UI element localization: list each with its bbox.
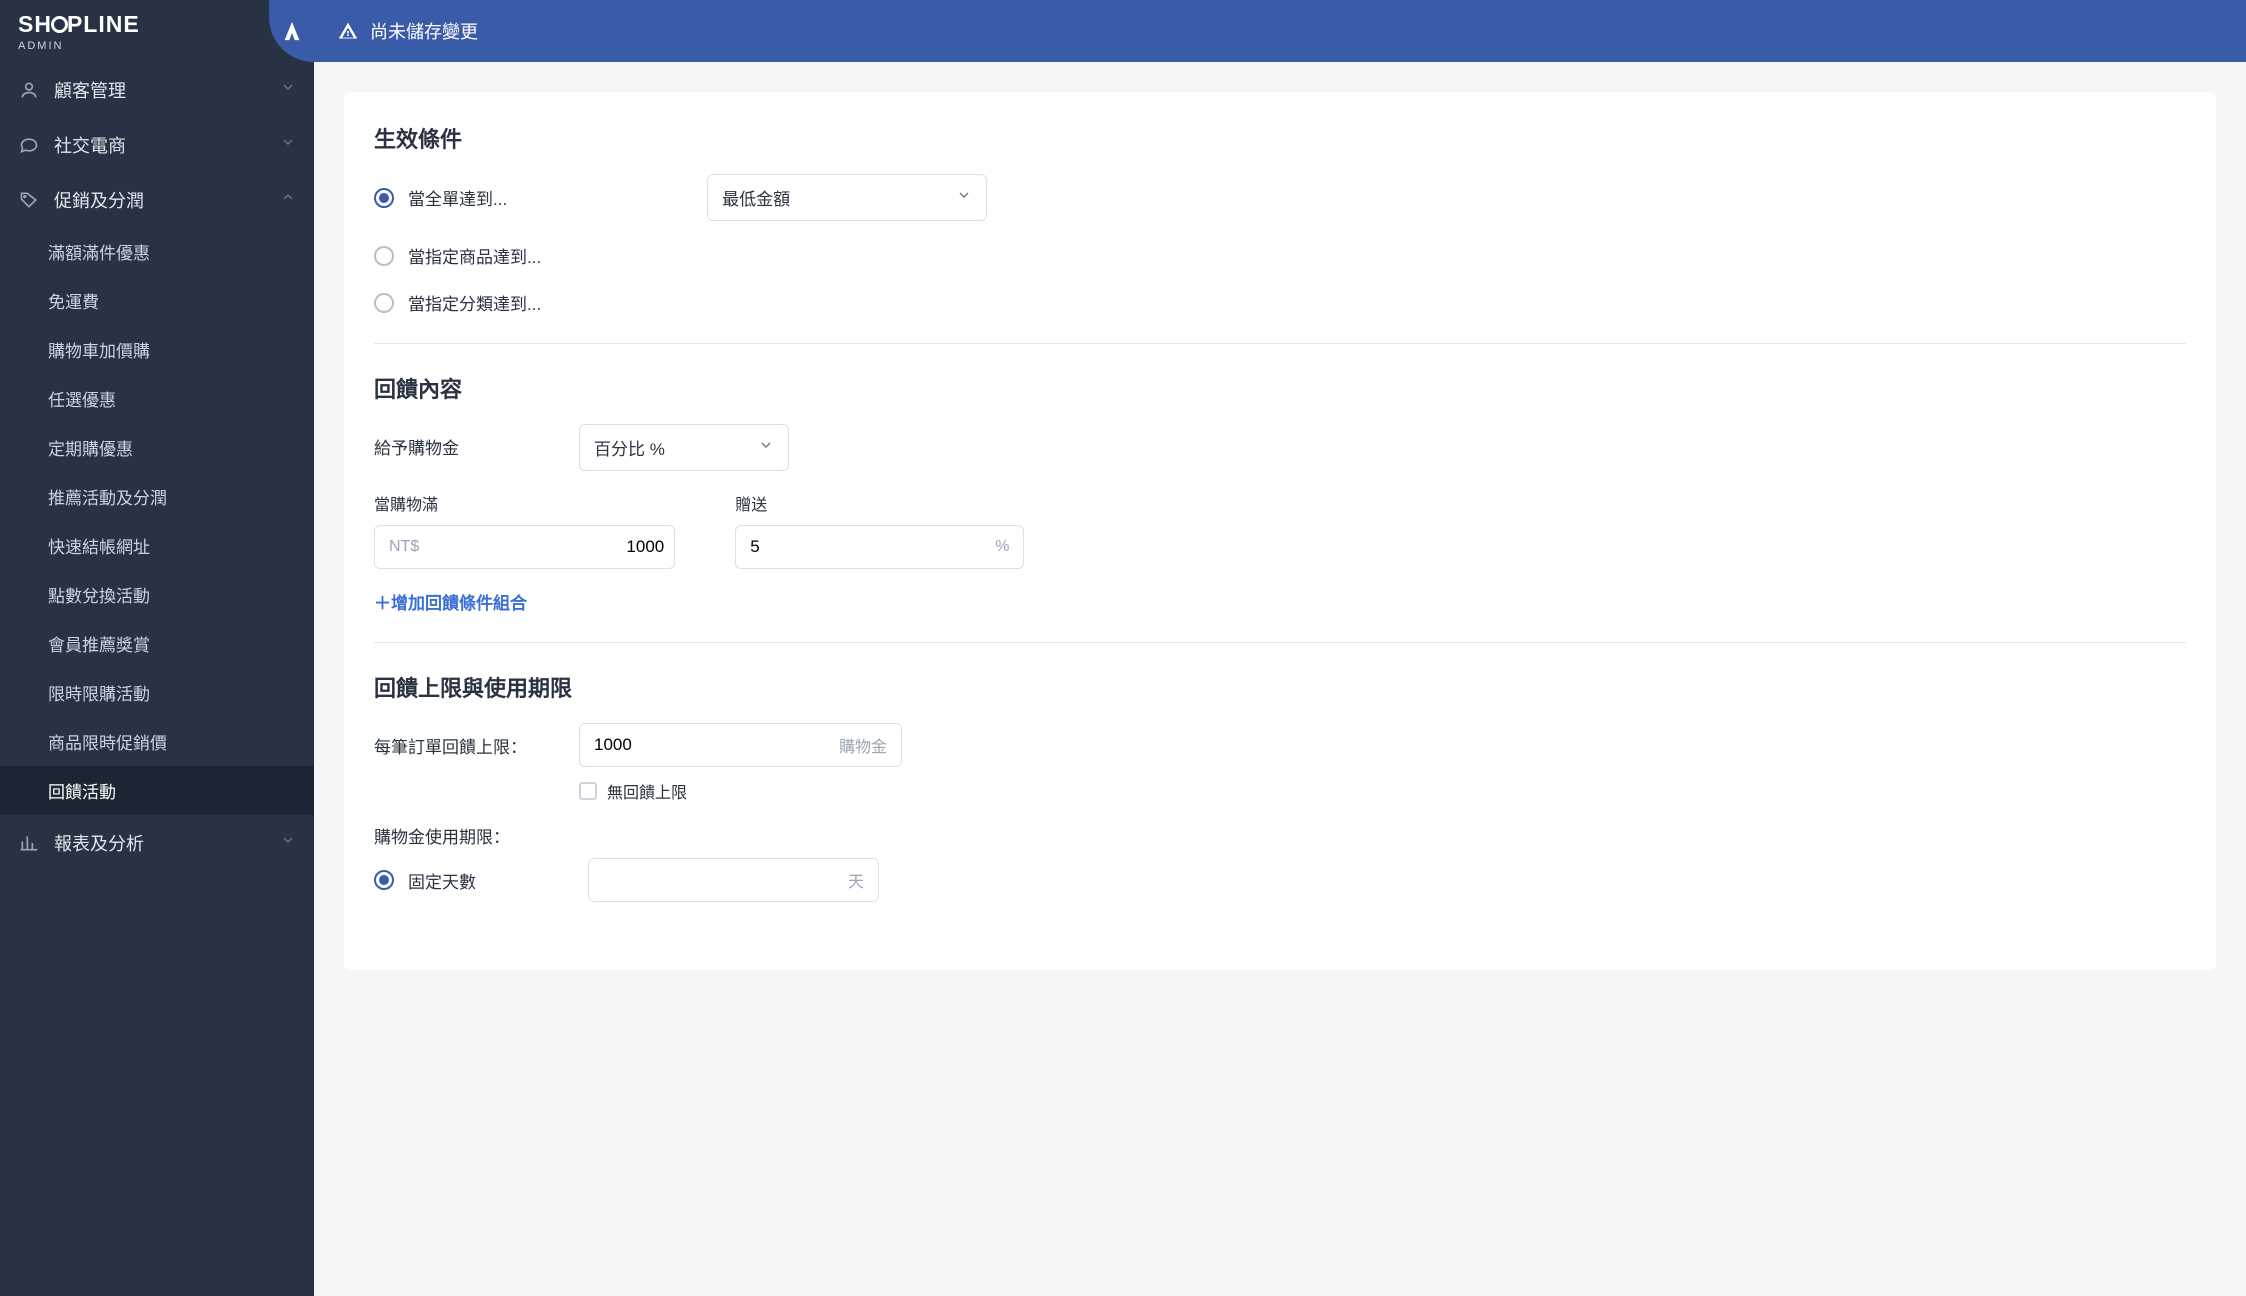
threshold-label: 當購物滿 bbox=[374, 491, 675, 515]
condition-row-1: 當指定商品達到... bbox=[374, 243, 2186, 268]
section-cap-validity: 回饋上限與使用期限 每筆訂單回饋上限： 購物金 無回饋上限 bbox=[374, 642, 2186, 930]
validity-option-label: 固定天數 bbox=[408, 868, 558, 893]
section-title: 回饋內容 bbox=[374, 372, 2186, 404]
brand-sub: ADMIN bbox=[18, 40, 140, 52]
validity-label-row: 購物金使用期限： bbox=[374, 823, 2186, 848]
sidebar-sub-item-11[interactable]: 回饋活動 bbox=[0, 766, 314, 815]
nav-label: 顧客管理 bbox=[54, 77, 126, 103]
tag-icon bbox=[18, 189, 40, 211]
chevron-down-icon bbox=[280, 134, 296, 155]
user-icon bbox=[18, 79, 40, 101]
sidebar-sub-item-6[interactable]: 快速結帳網址 bbox=[0, 521, 314, 570]
chevron-down-icon bbox=[956, 187, 972, 208]
chevron-up-icon bbox=[280, 189, 296, 210]
nav-label: 報表及分析 bbox=[54, 830, 144, 856]
sidebar-item-customers[interactable]: 顧客管理 bbox=[0, 62, 314, 117]
section-conditions: 生效條件 當全單達到... 最低金額 bbox=[374, 122, 2186, 343]
currency-prefix: NT$ bbox=[375, 538, 433, 556]
condition-label: 當指定商品達到... bbox=[408, 243, 541, 268]
form-card: 生效條件 當全單達到... 最低金額 bbox=[344, 92, 2216, 970]
sidebar-collapse-button[interactable] bbox=[269, 0, 314, 62]
chart-icon bbox=[18, 832, 40, 854]
warning-icon bbox=[338, 21, 358, 41]
reward-col: 贈送 % bbox=[735, 491, 1024, 569]
sidebar-sub-item-3[interactable]: 任選優惠 bbox=[0, 374, 314, 423]
condition-type-select[interactable]: 最低金額 bbox=[707, 174, 987, 221]
condition-radio-2[interactable] bbox=[374, 293, 394, 313]
sidebar-sub-item-0[interactable]: 滿額滿件優惠 bbox=[0, 227, 314, 276]
cap-label: 每筆訂單回饋上限： bbox=[374, 723, 539, 758]
cap-input[interactable] bbox=[580, 735, 825, 755]
sidebar-item-reports[interactable]: 報表及分析 bbox=[0, 815, 314, 870]
section-title: 生效條件 bbox=[374, 122, 2186, 154]
chevron-down-icon bbox=[758, 437, 774, 458]
threshold-input-group: NT$ bbox=[374, 525, 675, 569]
cap-unit: 購物金 bbox=[825, 733, 901, 757]
nav-label: 促銷及分潤 bbox=[54, 187, 144, 213]
threshold-input[interactable] bbox=[433, 537, 674, 557]
sidebar: SHPLINE ADMIN 顧客管理 社交電商 bbox=[0, 0, 314, 1296]
chat-icon bbox=[18, 134, 40, 156]
threshold-row: 當購物滿 NT$ 贈送 % bbox=[374, 491, 2186, 569]
reward-input[interactable] bbox=[736, 537, 981, 557]
validity-row-0: 固定天數 天 bbox=[374, 858, 2186, 902]
days-unit: 天 bbox=[834, 868, 878, 892]
sidebar-sub-item-8[interactable]: 會員推薦獎賞 bbox=[0, 619, 314, 668]
brand-logo: SHPLINE bbox=[18, 11, 140, 38]
select-value: 最低金額 bbox=[722, 185, 790, 210]
chevron-down-icon bbox=[280, 832, 296, 853]
validity-days-input[interactable] bbox=[589, 870, 834, 890]
no-cap-checkbox[interactable] bbox=[579, 782, 597, 800]
reward-label: 贈送 bbox=[735, 491, 1024, 515]
threshold-col: 當購物滿 NT$ bbox=[374, 491, 675, 569]
sidebar-sub-item-10[interactable]: 商品限時促銷價 bbox=[0, 717, 314, 766]
validity-days-group: 天 bbox=[588, 858, 879, 902]
sidebar-sub-item-4[interactable]: 定期購優惠 bbox=[0, 423, 314, 472]
sidebar-item-social[interactable]: 社交電商 bbox=[0, 117, 314, 172]
condition-label: 當全單達到... bbox=[408, 185, 507, 210]
sidebar-item-promotion[interactable]: 促銷及分潤 bbox=[0, 172, 314, 227]
reward-input-group: % bbox=[735, 525, 1024, 569]
credit-label: 給予購物金 bbox=[374, 424, 539, 459]
condition-row-2: 當指定分類達到... bbox=[374, 290, 2186, 315]
condition-label: 當指定分類達到... bbox=[408, 290, 541, 315]
logo-area: SHPLINE ADMIN bbox=[0, 0, 314, 62]
condition-row-0: 當全單達到... 最低金額 bbox=[374, 174, 2186, 221]
condition-radio-1[interactable] bbox=[374, 246, 394, 266]
condition-radio-0[interactable] bbox=[374, 188, 394, 208]
main: 尚未儲存變更 生效條件 當全單達到... 最低金額 bbox=[314, 0, 2246, 1296]
content-area[interactable]: 生效條件 當全單達到... 最低金額 bbox=[314, 62, 2246, 1296]
validity-label: 購物金使用期限： bbox=[374, 823, 539, 848]
no-cap-row: 無回饋上限 bbox=[579, 779, 902, 803]
chevron-down-icon bbox=[280, 79, 296, 100]
collapse-icon bbox=[281, 20, 303, 42]
cap-row: 每筆訂單回饋上限： 購物金 無回饋上限 bbox=[374, 723, 2186, 803]
validity-radio-0[interactable] bbox=[374, 870, 394, 890]
sidebar-sub-item-7[interactable]: 點數兌換活動 bbox=[0, 570, 314, 619]
sidebar-sub-item-2[interactable]: 購物車加價購 bbox=[0, 325, 314, 374]
sidebar-sub-item-1[interactable]: 免運費 bbox=[0, 276, 314, 325]
sidebar-sub-promotion: 滿額滿件優惠免運費購物車加價購任選優惠定期購優惠推薦活動及分潤快速結帳網址點數兌… bbox=[0, 227, 314, 815]
nav-label: 社交電商 bbox=[54, 132, 126, 158]
credit-type-select[interactable]: 百分比 % bbox=[579, 424, 789, 471]
topbar-warning-text: 尚未儲存變更 bbox=[370, 18, 478, 44]
sidebar-sub-item-5[interactable]: 推薦活動及分潤 bbox=[0, 472, 314, 521]
section-title: 回饋上限與使用期限 bbox=[374, 671, 2186, 703]
percent-suffix: % bbox=[981, 538, 1023, 556]
add-combo-button[interactable]: ＋增加回饋條件組合 bbox=[374, 589, 2186, 614]
credit-row: 給予購物金 百分比 % bbox=[374, 424, 2186, 471]
section-reward-content: 回饋內容 給予購物金 百分比 % 當購物滿 bbox=[374, 343, 2186, 642]
no-cap-label: 無回饋上限 bbox=[607, 779, 687, 803]
cap-input-group: 購物金 bbox=[579, 723, 902, 767]
select-value: 百分比 % bbox=[594, 435, 665, 460]
sidebar-sub-item-9[interactable]: 限時限購活動 bbox=[0, 668, 314, 717]
topbar-warning: 尚未儲存變更 bbox=[314, 0, 2246, 62]
